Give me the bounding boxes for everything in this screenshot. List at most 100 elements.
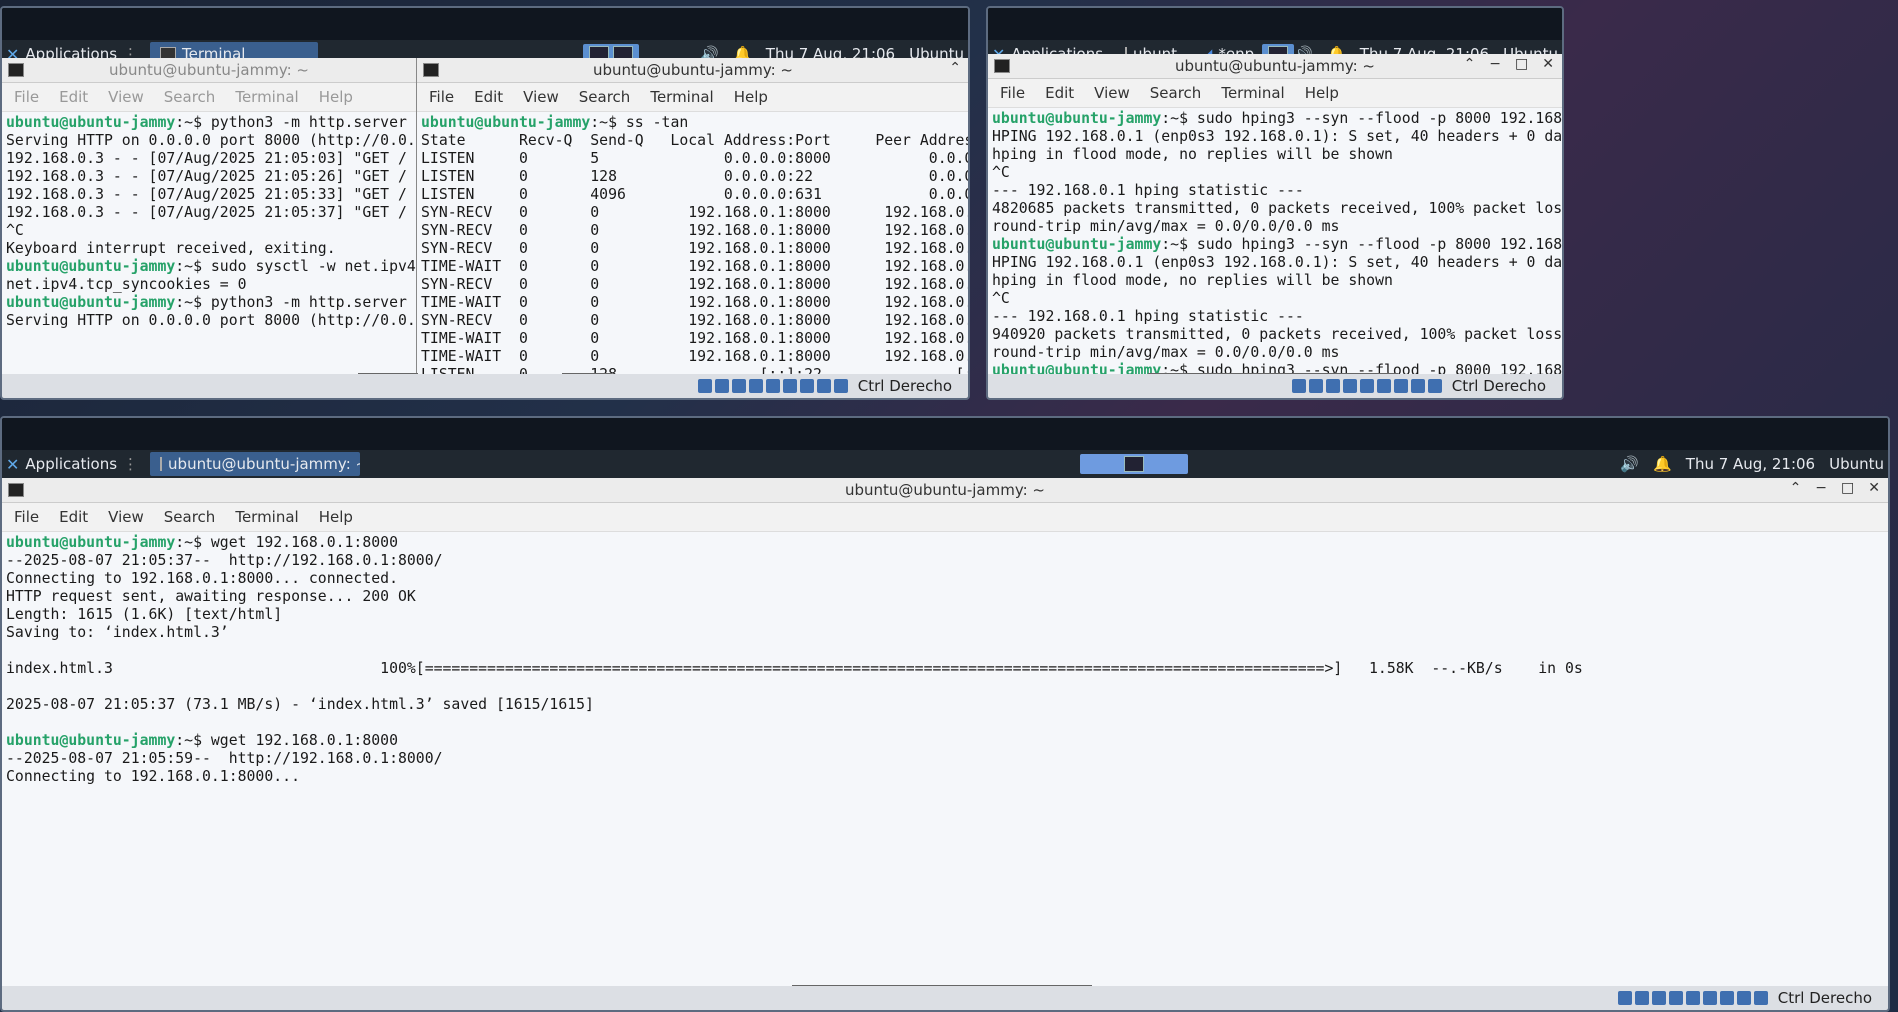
menu-file[interactable]: File <box>14 88 39 106</box>
workspace-1[interactable] <box>1124 456 1145 472</box>
close-icon[interactable]: ✕ <box>1542 56 1554 72</box>
volume-icon[interactable]: 🔊 <box>1620 455 1639 473</box>
menu-terminal[interactable]: Terminal <box>1221 84 1284 102</box>
output-text: Serving HTTP on 0.0.0.0 port 8000 (http:… <box>6 312 416 329</box>
terminal-line: HPING 192.168.0.1 (enp0s3 192.168.0.1): … <box>992 128 1562 146</box>
cpu-icon[interactable] <box>1410 379 1425 393</box>
clock[interactable]: Thu 7 Aug, 21:06 <box>1686 455 1815 473</box>
workspace-switcher[interactable] <box>1080 454 1189 474</box>
vm-window-client[interactable]: ✕ Applications ⋮ ubuntu@ubuntu-jammy: ~ … <box>0 416 1890 1012</box>
mouse-icon[interactable] <box>1753 991 1768 1005</box>
usb-icon[interactable] <box>1342 379 1357 393</box>
usb-icon[interactable] <box>748 379 763 393</box>
menu-file[interactable]: File <box>429 88 454 106</box>
window-titlebar[interactable]: ubuntu@ubuntu-jammy: ~ ⌃ <box>417 58 968 83</box>
minimize-icon[interactable]: − <box>1489 56 1501 72</box>
menu-help[interactable]: Help <box>319 508 353 526</box>
menu-search[interactable]: Search <box>164 508 216 526</box>
display-icon[interactable] <box>1702 991 1717 1005</box>
taskbar-terminal[interactable]: ubuntu@ubuntu-jammy: ~ <box>150 452 361 476</box>
terminal-window-ss[interactable]: ubuntu@ubuntu-jammy: ~ ⌃ File Edit View Sea… <box>416 58 968 376</box>
terminal-icon <box>8 63 24 77</box>
output-text: --2025-08-07 21:05:59-- http://192.168.0… <box>6 750 443 767</box>
notification-bell-icon[interactable]: 🔔 <box>1653 455 1672 473</box>
maximize-icon[interactable]: □ <box>1841 480 1854 496</box>
user-label[interactable]: Ubuntu <box>1829 455 1884 473</box>
minimize-icon[interactable]: − <box>1815 480 1827 496</box>
menu-help[interactable]: Help <box>319 88 353 106</box>
vm-titlebar[interactable] <box>2 8 968 40</box>
output-text: 940920 packets transmitted, 0 packets re… <box>992 326 1562 343</box>
hdd-icon[interactable] <box>1291 379 1306 393</box>
output-text: ^C <box>992 164 1010 181</box>
menu-edit[interactable]: Edit <box>59 508 88 526</box>
window-titlebar[interactable]: ubuntu@ubuntu-jammy: ~ <box>2 58 416 83</box>
cpu-icon[interactable] <box>816 379 831 393</box>
shared-folder-icon[interactable] <box>765 379 780 393</box>
maximize-icon[interactable]: □ <box>1515 56 1528 72</box>
menu-help[interactable]: Help <box>734 88 768 106</box>
vm-device-icons[interactable] <box>1291 379 1442 393</box>
hdd-icon[interactable] <box>1617 991 1632 1005</box>
menu-search[interactable]: Search <box>164 88 216 106</box>
network-icon[interactable] <box>731 379 746 393</box>
menu-edit[interactable]: Edit <box>1045 84 1074 102</box>
terminal-window-http-server[interactable]: ubuntu@ubuntu-jammy: ~ File Edit View Searc… <box>2 58 416 376</box>
menu-view[interactable]: View <box>523 88 559 106</box>
vm-window-attacker[interactable]: ✕ Applications ubunt... ◢ *enp... 🔊 🔔 Th… <box>986 6 1564 400</box>
optical-icon[interactable] <box>714 379 729 393</box>
terminal-output[interactable]: ubuntu@ubuntu-jammy:~$ python3 -m http.s… <box>2 112 416 376</box>
menu-view[interactable]: View <box>108 88 144 106</box>
vm-titlebar[interactable] <box>988 8 1562 40</box>
menu-search[interactable]: Search <box>579 88 631 106</box>
terminal-line: LISTEN 0 5 0.0.0.0:8000 0.0.0.0:* <box>421 150 968 168</box>
menu-file[interactable]: File <box>14 508 39 526</box>
vm-window-server[interactable]: ✕ Applications ⋮ Terminal 🔊 🔔 Thu 7 Aug,… <box>0 6 970 400</box>
network-icon[interactable] <box>1325 379 1340 393</box>
shell-command: :~$ wget 192.168.0.1:8000 <box>175 534 398 551</box>
hdd-icon[interactable] <box>697 379 712 393</box>
display-icon[interactable] <box>782 379 797 393</box>
menu-file[interactable]: File <box>1000 84 1025 102</box>
optical-icon[interactable] <box>1634 991 1649 1005</box>
close-icon[interactable]: ✕ <box>1868 480 1880 496</box>
window-titlebar[interactable]: ubuntu@ubuntu-jammy: ~ ⌃ − □ ✕ <box>988 54 1562 79</box>
collapse-icon[interactable]: ⌃ <box>949 60 961 76</box>
menu-search[interactable]: Search <box>1150 84 1202 102</box>
applications-menu[interactable]: ✕ Applications ⋮ <box>2 455 146 474</box>
menu-terminal[interactable]: Terminal <box>235 508 298 526</box>
vm-device-icons[interactable] <box>697 379 848 393</box>
menu-help[interactable]: Help <box>1305 84 1339 102</box>
shade-icon[interactable]: ⌃ <box>1790 480 1802 496</box>
menu-edit[interactable]: Edit <box>59 88 88 106</box>
menu-view[interactable]: View <box>108 508 144 526</box>
menu-edit[interactable]: Edit <box>474 88 503 106</box>
terminal-window-hping[interactable]: ubuntu@ubuntu-jammy: ~ ⌃ − □ ✕ File Edit View… <box>988 54 1562 376</box>
recording-icon[interactable] <box>1393 379 1408 393</box>
menu-view[interactable]: View <box>1094 84 1130 102</box>
optical-icon[interactable] <box>1308 379 1323 393</box>
shade-icon[interactable]: ⌃ <box>1464 56 1476 72</box>
menu-terminal[interactable]: Terminal <box>235 88 298 106</box>
mouse-icon[interactable] <box>833 379 848 393</box>
window-titlebar[interactable]: ubuntu@ubuntu-jammy: ~ ⌃ − □ ✕ <box>2 478 1888 503</box>
terminal-output[interactable]: ubuntu@ubuntu-jammy:~$ sudo hping3 --syn… <box>988 108 1562 376</box>
terminal-output[interactable]: ubuntu@ubuntu-jammy:~$ ss -tan State Recv… <box>417 112 968 376</box>
cpu-icon[interactable] <box>1736 991 1751 1005</box>
shared-folder-icon[interactable] <box>1359 379 1374 393</box>
network-icon[interactable] <box>1651 991 1666 1005</box>
recording-icon[interactable] <box>1719 991 1734 1005</box>
vm-device-icons[interactable] <box>1617 991 1768 1005</box>
vm-titlebar[interactable] <box>2 418 1888 450</box>
recording-icon[interactable] <box>799 379 814 393</box>
terminal-window-wget[interactable]: ubuntu@ubuntu-jammy: ~ ⌃ − □ ✕ File Edit View… <box>2 478 1888 986</box>
terminal-line: State Recv-Q Send-Q Local Address:Port P… <box>421 132 968 150</box>
display-icon[interactable] <box>1376 379 1391 393</box>
usb-icon[interactable] <box>1668 991 1683 1005</box>
output-text: LISTEN 0 5 0.0.0.0:8000 0.0.0.0:* <box>421 150 969 167</box>
shared-folder-icon[interactable] <box>1685 991 1700 1005</box>
menu-terminal[interactable]: Terminal <box>650 88 713 106</box>
terminal-output[interactable]: ubuntu@ubuntu-jammy:~$ wget 192.168.0.1:… <box>2 532 1888 986</box>
mouse-icon[interactable] <box>1427 379 1442 393</box>
